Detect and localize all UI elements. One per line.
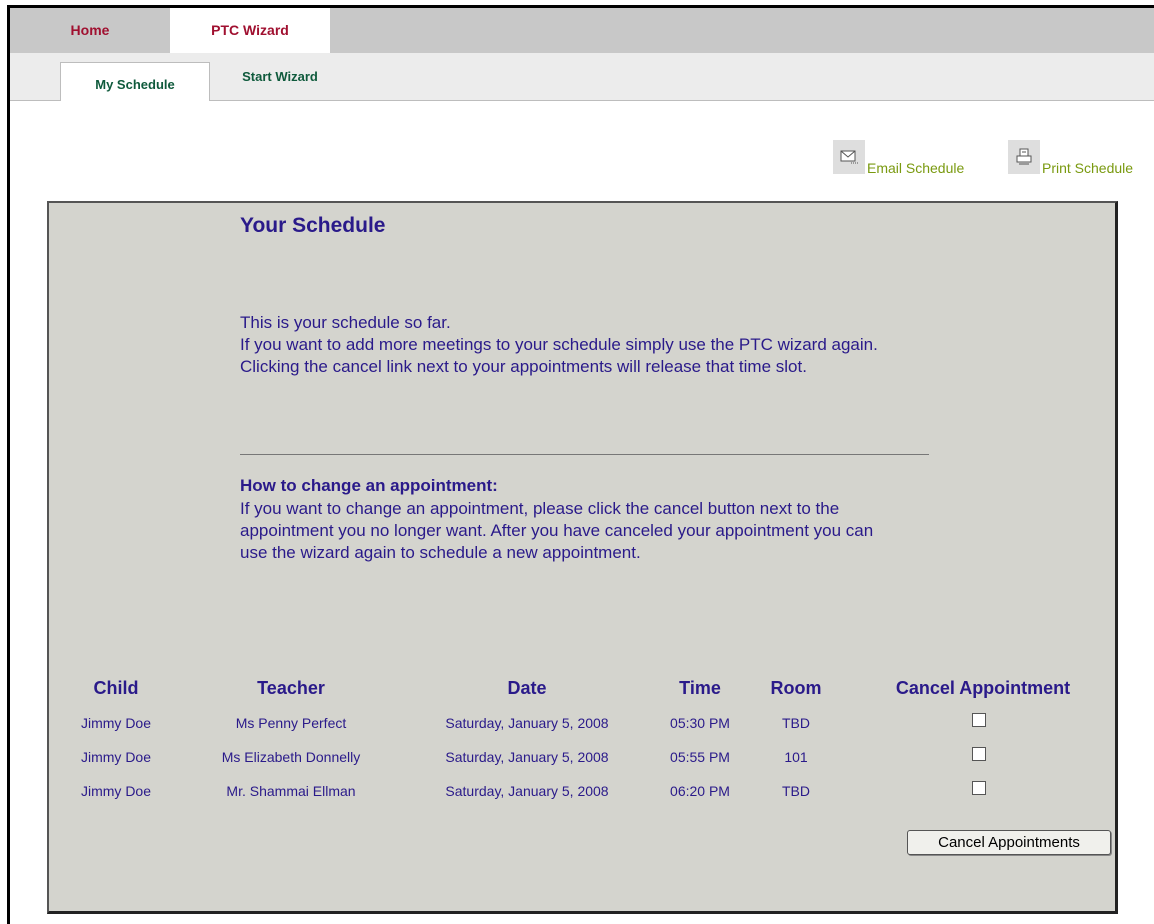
page-title: Your Schedule	[240, 214, 386, 237]
column-header-time: Time	[679, 678, 721, 698]
column-header-child: Child	[93, 678, 139, 698]
time-cell: 05:30 PM	[670, 715, 730, 731]
divider	[240, 454, 929, 455]
sub-tab-bar: My Schedule Start Wizard	[10, 53, 1154, 101]
time-cell: 06:20 PM	[670, 783, 730, 799]
child-cell: Jimmy Doe	[80, 749, 152, 765]
column-header-teacher: Teacher	[257, 678, 325, 698]
intro-line: If you want to add more meetings to your…	[240, 335, 878, 354]
tab-start-wizard[interactable]: Start Wizard	[210, 62, 350, 101]
time-cell: 05:55 PM	[670, 749, 730, 765]
child-cell: Jimmy Doe	[80, 783, 152, 799]
child-cell: Jimmy Doe	[80, 715, 152, 731]
app-frame: Home PTC Wizard My Schedule Start Wizard…	[7, 5, 1154, 924]
column-header-room: Room	[770, 678, 822, 698]
top-tab-bar: Home PTC Wizard	[10, 8, 1154, 53]
cancel-appointment-checkbox[interactable]	[972, 781, 986, 795]
print-schedule-link[interactable]: Print Schedule	[1008, 140, 1154, 180]
printer-icon	[1008, 140, 1040, 174]
teacher-cell: Ms Penny Perfect	[235, 715, 347, 731]
intro-line: This is your schedule so far.	[240, 313, 451, 332]
tab-home[interactable]: Home	[10, 8, 170, 53]
cancel-appointments-button[interactable]: Cancel Appointments	[907, 830, 1111, 855]
print-schedule-label: Print Schedule	[1042, 160, 1134, 176]
how-to-change-heading: How to change an appointment:	[240, 476, 498, 495]
intro-line: Clicking the cancel link next to your ap…	[240, 357, 807, 376]
table-row: Jimmy Doe Mr. Shammai Ellman Saturday, J…	[63, 781, 1093, 813]
cancel-appointment-checkbox[interactable]	[972, 713, 986, 727]
table-row: Jimmy Doe Ms Elizabeth Donnelly Saturday…	[63, 747, 1093, 779]
column-header-cancel-appointment: Cancel Appointment	[895, 678, 1071, 698]
tab-my-schedule[interactable]: My Schedule	[60, 62, 210, 101]
room-cell: 101	[784, 749, 808, 765]
teacher-cell: Ms Elizabeth Donnelly	[221, 749, 361, 765]
date-cell: Saturday, January 5, 2008	[445, 783, 609, 799]
date-cell: Saturday, January 5, 2008	[445, 749, 609, 765]
envelope-icon	[833, 140, 865, 174]
email-schedule-label: Email Schedule	[867, 160, 965, 176]
room-cell: TBD	[782, 715, 810, 731]
cancel-appointment-checkbox[interactable]	[972, 747, 986, 761]
email-schedule-link[interactable]: Email Schedule	[833, 140, 993, 180]
how-to-change-text: If you want to change an appointment, pl…	[240, 499, 874, 562]
schedule-panel: Your Schedule This is your schedule so f…	[47, 201, 1118, 914]
room-cell: TBD	[782, 783, 810, 799]
column-header-date: Date	[507, 678, 547, 698]
tab-ptc-wizard[interactable]: PTC Wizard	[170, 8, 330, 53]
intro-text: This is your schedule so far. If you wan…	[240, 312, 940, 378]
teacher-cell: Mr. Shammai Ellman	[226, 783, 356, 799]
date-cell: Saturday, January 5, 2008	[445, 715, 609, 731]
table-row: Jimmy Doe Ms Penny Perfect Saturday, Jan…	[63, 713, 1093, 745]
